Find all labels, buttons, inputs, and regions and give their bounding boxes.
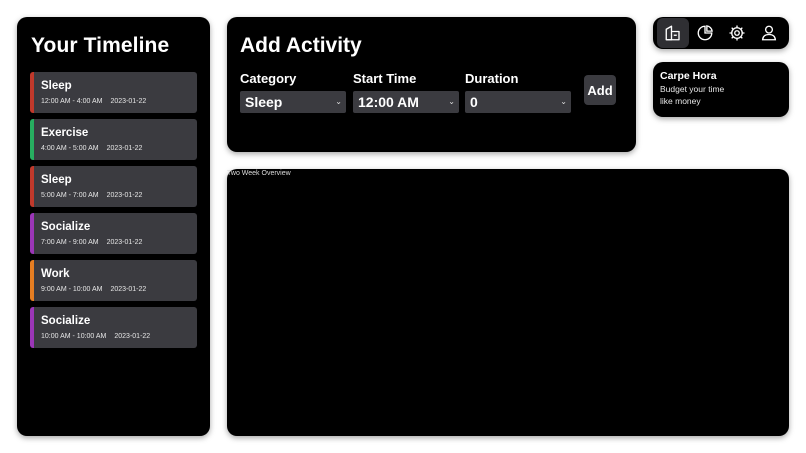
chevron-down-icon: ⌄ xyxy=(560,97,567,106)
stats-button[interactable] xyxy=(689,18,721,48)
timeline-title: Your Timeline xyxy=(31,34,170,57)
add-button[interactable]: Add xyxy=(584,75,616,105)
entry-meta: 12:00 AM - 4:00 AM 2023-01-22 xyxy=(41,98,146,105)
entry-time: 9:00 AM - 10:00 AM xyxy=(41,286,103,293)
entry-time: 4:00 AM - 5:00 AM xyxy=(41,145,99,152)
entry-meta: 4:00 AM - 5:00 AM 2023-01-22 xyxy=(41,145,142,152)
category-select[interactable]: Sleep ⌄ xyxy=(240,91,346,113)
duration-label: Duration xyxy=(465,71,519,86)
timeline-entry[interactable]: Socialize 7:00 AM - 9:00 AM 2023-01-22 xyxy=(30,213,197,254)
category-label: Category xyxy=(240,71,297,86)
entry-name: Sleep xyxy=(41,80,72,92)
tagline-line-2: like money xyxy=(660,96,701,106)
category-value: Sleep xyxy=(245,94,283,110)
timeline-panel: Your Timeline Sleep 12:00 AM - 4:00 AM 20… xyxy=(17,17,210,436)
settings-button[interactable] xyxy=(721,18,753,48)
duration-select[interactable]: 0 ⌄ xyxy=(465,91,571,113)
start-time-label: Start Time xyxy=(353,71,417,86)
chevron-down-icon: ⌄ xyxy=(448,97,455,106)
entry-date: 2023-01-22 xyxy=(110,98,147,105)
home-button[interactable] xyxy=(657,18,689,48)
timeline-entry[interactable]: Socialize 10:00 AM - 10:00 AM 2023-01-22 xyxy=(30,307,197,348)
entry-meta: 7:00 AM - 9:00 AM 2023-01-22 xyxy=(41,239,142,246)
entry-name: Sleep xyxy=(41,174,72,186)
entry-date: 2023-01-22 xyxy=(114,333,151,340)
entry-time: 5:00 AM - 7:00 AM xyxy=(41,192,99,199)
entry-name: Work xyxy=(41,268,70,280)
entry-date: 2023-01-22 xyxy=(110,286,147,293)
entry-meta: 9:00 AM - 10:00 AM 2023-01-22 xyxy=(41,286,146,293)
home-icon xyxy=(665,25,680,41)
info-card: Carpe Hora Budget your time like money xyxy=(653,62,789,117)
overview-panel: Two Week Overview xyxy=(227,169,789,436)
entry-date: 2023-01-22 xyxy=(106,192,143,199)
timeline-entry[interactable]: Sleep 5:00 AM - 7:00 AM 2023-01-22 xyxy=(30,166,197,207)
entry-meta: 10:00 AM - 10:00 AM 2023-01-22 xyxy=(41,333,150,340)
entry-name: Exercise xyxy=(41,127,89,139)
gear-icon xyxy=(729,25,745,41)
user-icon xyxy=(761,25,777,41)
start-time-value: 12:00 AM xyxy=(358,94,419,110)
entry-name: Socialize xyxy=(41,221,91,233)
start-time-select[interactable]: 12:00 AM ⌄ xyxy=(353,91,459,113)
timeline-entry[interactable]: Sleep 12:00 AM - 4:00 AM 2023-01-22 xyxy=(30,72,197,113)
chevron-down-icon: ⌄ xyxy=(335,97,342,106)
overview-caption: Two Week Overview xyxy=(227,170,291,177)
duration-value: 0 xyxy=(470,94,478,110)
nav-bar xyxy=(653,17,789,49)
entry-name: Socialize xyxy=(41,315,91,327)
timeline-entry[interactable]: Exercise 4:00 AM - 5:00 AM 2023-01-22 xyxy=(30,119,197,160)
entry-meta: 5:00 AM - 7:00 AM 2023-01-22 xyxy=(41,192,142,199)
profile-button[interactable] xyxy=(753,18,785,48)
entry-date: 2023-01-22 xyxy=(106,239,143,246)
timeline-entry[interactable]: Work 9:00 AM - 10:00 AM 2023-01-22 xyxy=(30,260,197,301)
entry-time: 12:00 AM - 4:00 AM xyxy=(41,98,103,105)
add-activity-panel: Add Activity Category Start Time Duratio… xyxy=(227,17,636,152)
app-name: Carpe Hora xyxy=(660,70,717,82)
entry-date: 2023-01-22 xyxy=(106,145,143,152)
pie-chart-icon xyxy=(697,25,713,41)
tagline-line-1: Budget your time xyxy=(660,84,725,94)
entry-time: 10:00 AM - 10:00 AM xyxy=(41,333,107,340)
entry-time: 7:00 AM - 9:00 AM xyxy=(41,239,99,246)
add-activity-title: Add Activity xyxy=(240,34,362,57)
